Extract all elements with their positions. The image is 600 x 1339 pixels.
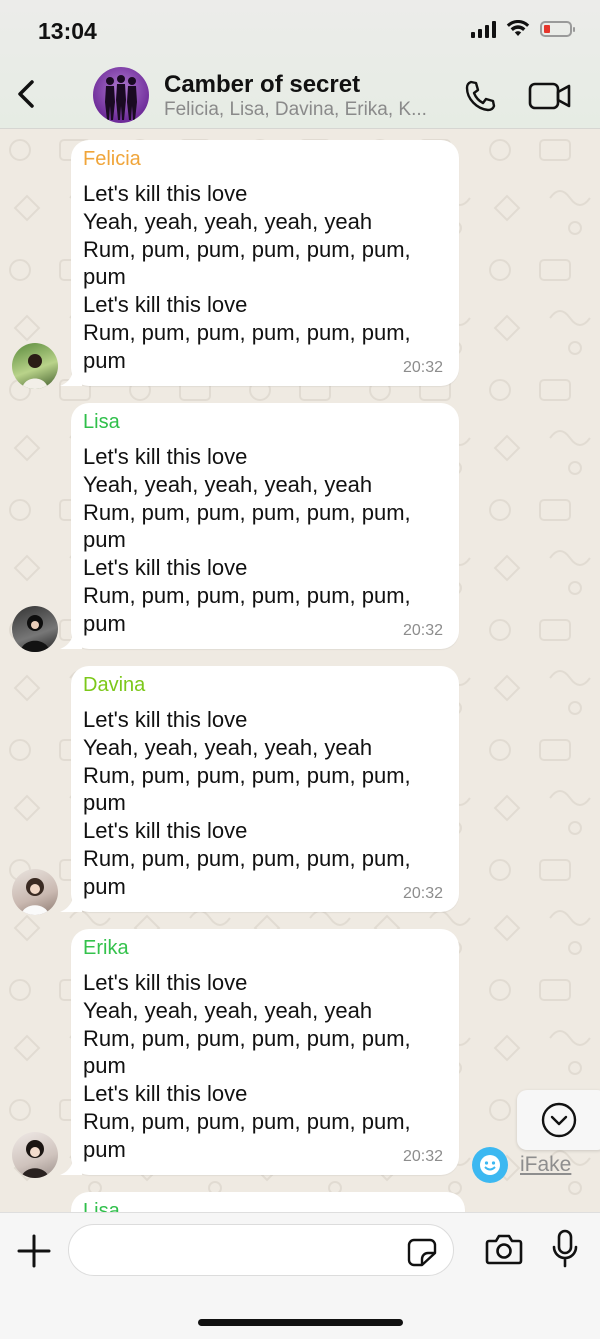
sender-name[interactable]: Felicia — [83, 148, 141, 171]
sender-name[interactable]: Lisa — [83, 1200, 120, 1212]
avatar[interactable] — [12, 606, 58, 652]
chat-title[interactable]: Camber of secret — [164, 71, 360, 99]
message-bubble[interactable]: Erika Let's kill this love Yeah, yeah, y… — [71, 929, 459, 1175]
bubble-tail — [60, 1153, 82, 1175]
message-bubble[interactable]: Lisa Let's kill this love Yeah, yeah, ye… — [71, 403, 459, 649]
chevron-down-circle-icon — [541, 1102, 577, 1138]
message-text: Let's kill this love Yeah, yeah, yeah, y… — [83, 707, 411, 899]
cellular-signal-icon — [471, 20, 496, 38]
sticker-icon[interactable] — [406, 1237, 438, 1267]
microphone-icon[interactable] — [551, 1229, 579, 1269]
bubble-tail — [60, 890, 82, 912]
chat-members[interactable]: Felicia, Lisa, Davina, Erika, K... — [164, 99, 444, 121]
message-time: 20:32 — [402, 1148, 443, 1165]
chat-area[interactable]: Felicia Let's kill this love Yeah, yeah,… — [0, 128, 600, 1212]
group-silhouettes-image — [105, 75, 137, 120]
bubble-tail — [60, 364, 82, 386]
message-time: 20:32 — [402, 622, 443, 639]
avatar[interactable] — [12, 343, 58, 389]
message-time: 20:32 — [402, 359, 443, 376]
sender-name[interactable]: Lisa — [83, 411, 120, 434]
status-icons — [471, 20, 575, 38]
camera-icon[interactable] — [485, 1231, 523, 1267]
back-chevron-icon[interactable] — [12, 76, 42, 112]
battery-icon — [540, 21, 575, 37]
group-avatar[interactable] — [93, 67, 149, 123]
message-input[interactable] — [68, 1224, 454, 1276]
sender-name[interactable]: Erika — [83, 937, 129, 960]
home-indicator[interactable] — [198, 1319, 403, 1326]
video-camera-icon[interactable] — [528, 78, 572, 114]
ifake-logo-icon — [472, 1147, 508, 1183]
plus-icon[interactable] — [16, 1233, 52, 1269]
message-text: Let's kill this love Yeah, yeah, yeah, y… — [83, 444, 411, 636]
message-text: Let's kill this love Yeah, yeah, yeah, y… — [83, 181, 411, 373]
sender-name[interactable]: Davina — [83, 674, 145, 697]
watermark-label[interactable]: iFake — [520, 1153, 571, 1177]
ifake-watermark[interactable]: iFake — [472, 1147, 571, 1183]
message-bubble[interactable]: Davina Let's kill this love Yeah, yeah, … — [71, 666, 459, 912]
composer-bar — [0, 1212, 600, 1339]
bubble-tail — [60, 627, 82, 649]
avatar[interactable] — [12, 869, 58, 915]
scroll-to-bottom-button[interactable] — [517, 1090, 600, 1150]
phone-icon[interactable] — [462, 78, 498, 114]
message-time: 20:32 — [402, 885, 443, 902]
message-text: Let's kill this love Yeah, yeah, yeah, y… — [83, 970, 411, 1162]
avatar[interactable] — [12, 1132, 58, 1178]
message-bubble[interactable]: Felicia Let's kill this love Yeah, yeah,… — [71, 140, 459, 386]
top-bar: 13:04 Camber of secret Felicia, Lisa, Da… — [0, 0, 600, 129]
wifi-icon — [506, 20, 530, 36]
message-bubble[interactable]: Lisa — [71, 1192, 465, 1212]
status-time: 13:04 — [38, 18, 97, 44]
